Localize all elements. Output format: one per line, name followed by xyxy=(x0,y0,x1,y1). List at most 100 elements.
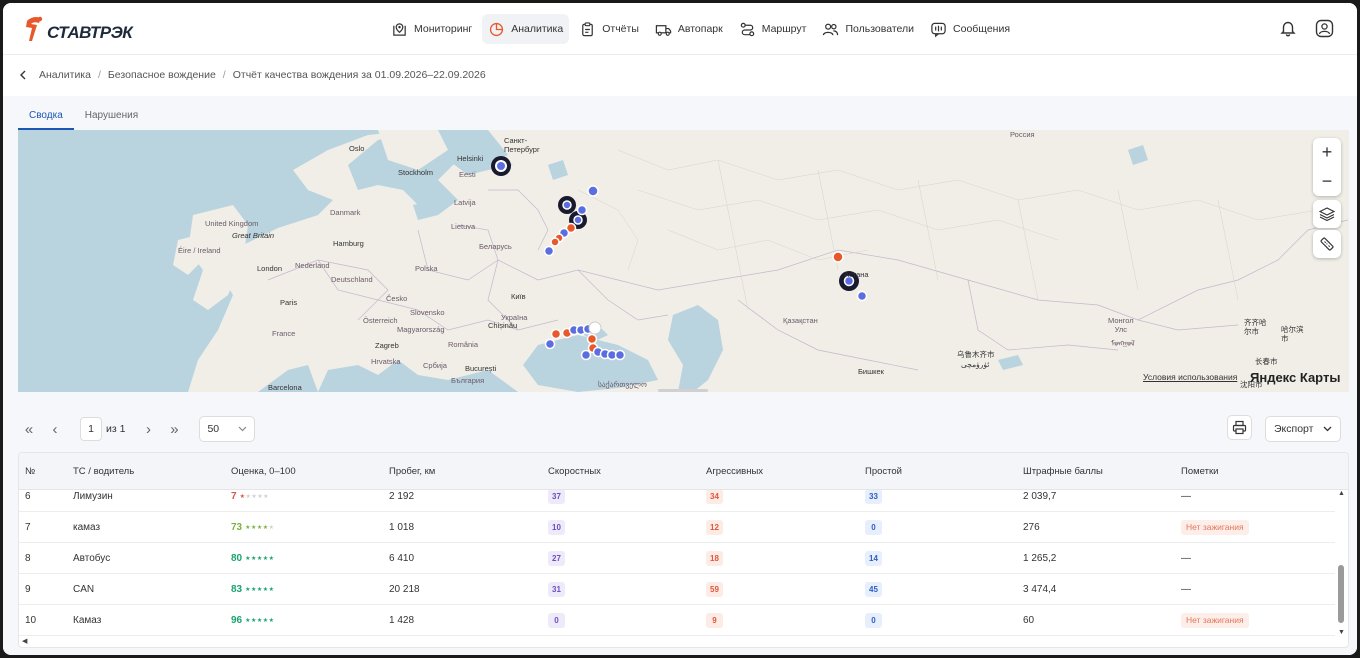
zoom-in-button[interactable]: + xyxy=(1313,138,1341,167)
map-label: Österreich xyxy=(363,316,398,325)
col-header-score[interactable]: Оценка, 0–100 xyxy=(231,453,296,490)
cell-vehicle: CAN xyxy=(73,584,95,595)
map-label: Lietuva xyxy=(451,222,476,231)
table-vertical-scrollbar[interactable]: ▲ ▼ xyxy=(1335,490,1347,638)
export-dropdown[interactable]: Экспорт xyxy=(1265,416,1341,442)
col-header-num[interactable]: № xyxy=(25,453,35,490)
breadcrumb-item-analytics[interactable]: Аналитика xyxy=(39,69,91,81)
col-header-idle[interactable]: Простой xyxy=(865,453,902,490)
cell-note: Нет зажигания xyxy=(1181,512,1249,543)
table-horizontal-scrollbar[interactable]: ◀ xyxy=(19,637,1337,647)
col-header-notes[interactable]: Пометки xyxy=(1181,453,1218,490)
main-content: Сводка Нарушения Россия Helsinki Санкт- … xyxy=(3,96,1357,655)
pagination: « ‹ 1 из 1 › » 50 xyxy=(18,416,256,442)
col-header-mileage[interactable]: Пробег, км xyxy=(389,453,435,490)
col-header-penalty[interactable]: Штрафные баллы xyxy=(1023,453,1103,490)
table-row[interactable]: 6 Лимузин 7 ★★★★★ 2 192 37 34 33 2 039,7 … xyxy=(19,490,1335,512)
scrollbar-thumb[interactable] xyxy=(1338,565,1344,623)
page-size-select[interactable]: 50 xyxy=(199,416,256,442)
back-chevron-icon[interactable] xyxy=(19,70,27,80)
user-profile-icon[interactable] xyxy=(1313,17,1335,39)
nav-item-messages[interactable]: Сообщения xyxy=(924,14,1016,44)
rating-stars: ★★★★★ xyxy=(245,587,275,593)
scroll-up-arrow-icon[interactable]: ▲ xyxy=(1338,490,1345,497)
map-label: Barcelona xyxy=(268,383,302,392)
scroll-left-arrow-icon[interactable]: ◀ xyxy=(22,637,27,645)
cell-idle: 45 xyxy=(865,574,882,605)
breadcrumb-separator: / xyxy=(97,69,101,81)
map-label: Éire / Ireland xyxy=(178,246,221,255)
rating-stars: ★★★★★ xyxy=(245,525,275,531)
top-header: СТАВТРЭК Мониторинг Аналитика Отчёты Авт… xyxy=(3,3,1357,55)
table-row[interactable]: 9 CAN 83 ★★★★★ 20 218 31 59 45 3 474,4 — xyxy=(19,574,1335,605)
aggressive-badge: 59 xyxy=(706,582,723,597)
score-value: 83 xyxy=(231,584,243,595)
page-number-input[interactable]: 1 xyxy=(80,417,102,441)
page-size-value: 50 xyxy=(207,423,220,435)
map-label: Hrvatska xyxy=(371,357,401,366)
view-tabs: Сводка Нарушения xyxy=(18,108,149,130)
table-row[interactable]: 10 Камаз 96 ★★★★★ 1 428 0 9 0 60 Нет зажи… xyxy=(19,605,1335,636)
cell-speeding: 10 xyxy=(548,512,565,543)
first-page-button[interactable]: « xyxy=(18,418,40,440)
map-label: Latvija xyxy=(454,198,476,207)
map-label: Polska xyxy=(415,264,438,273)
map-label: London xyxy=(257,264,283,273)
map-provider-logo[interactable]: Яндекс Карты xyxy=(1250,370,1340,385)
cell-vehicle: Камаз xyxy=(73,615,102,626)
map-label: Danmark xyxy=(330,208,361,217)
cell-penalty: 3 474,4 xyxy=(1023,584,1057,595)
map-label: Zagreb xyxy=(375,341,399,350)
table-row[interactable]: 7 камаз 73 ★★★★★ 1 018 10 12 0 276 Нет за… xyxy=(19,512,1335,543)
map-pin-icon xyxy=(393,22,406,36)
scroll-down-arrow-icon[interactable]: ▼ xyxy=(1338,629,1345,636)
col-header-vehicle[interactable]: ТС / водитель xyxy=(73,453,134,490)
speeding-badge: 10 xyxy=(548,520,565,535)
idle-badge: 0 xyxy=(865,520,882,535)
nav-item-reports[interactable]: Отчёты xyxy=(573,14,645,44)
print-button[interactable] xyxy=(1227,415,1252,440)
cell-num: 10 xyxy=(25,615,37,626)
map-label: Беларусь xyxy=(479,242,512,251)
map-resize-handle[interactable] xyxy=(658,389,708,392)
brand-logo[interactable]: СТАВТРЭК xyxy=(23,13,133,45)
printer-icon xyxy=(1232,420,1247,435)
nav-item-route[interactable]: Маршрут xyxy=(733,14,813,44)
nav-item-analytics[interactable]: Аналитика xyxy=(482,14,570,44)
cell-num: 9 xyxy=(25,584,31,595)
map-ruler-button[interactable] xyxy=(1313,230,1341,258)
col-header-aggressive[interactable]: Агрессивных xyxy=(706,453,763,490)
idle-badge: 45 xyxy=(865,582,882,597)
map-zoom-control: + − xyxy=(1313,138,1341,196)
prev-page-button[interactable]: ‹ xyxy=(44,418,66,440)
map-label: Санкт- Петербург xyxy=(504,136,540,154)
breadcrumb: Аналитика / Безопасное вождение / Отчёт … xyxy=(19,69,486,81)
next-page-button[interactable]: › xyxy=(137,418,159,440)
cell-idle: 14 xyxy=(865,543,882,574)
map-label: Chișinău xyxy=(488,321,518,330)
table-row[interactable]: 8 Автобус 80 ★★★★★ 6 410 27 18 14 1 265,2… xyxy=(19,543,1335,574)
breadcrumb-item-safe-driving[interactable]: Безопасное вождение xyxy=(108,69,216,81)
last-page-button[interactable]: » xyxy=(163,418,185,440)
map-label: Србија xyxy=(423,361,447,370)
tab-violations[interactable]: Нарушения xyxy=(74,108,149,130)
nav-item-users[interactable]: Пользователи xyxy=(816,14,920,44)
idle-badge: 14 xyxy=(865,551,882,566)
speeding-badge: 27 xyxy=(548,551,565,566)
nav-item-fleet[interactable]: Автопарк xyxy=(649,14,729,44)
cell-note: — xyxy=(1181,584,1191,595)
map-layers-button[interactable] xyxy=(1313,200,1341,228)
cell-speeding: 27 xyxy=(548,543,565,574)
speeding-badge: 0 xyxy=(548,613,565,628)
map-label: Бишкек xyxy=(858,367,884,376)
map-label: Magyarország xyxy=(397,325,445,334)
col-header-speeding[interactable]: Скоростных xyxy=(548,453,601,490)
cell-num: 8 xyxy=(25,553,31,564)
nav-item-monitoring[interactable]: Мониторинг xyxy=(385,14,478,44)
tab-summary[interactable]: Сводка xyxy=(18,108,74,130)
zoom-out-button[interactable]: − xyxy=(1313,167,1341,196)
map-terms-link[interactable]: Условия использования xyxy=(1143,372,1237,382)
map-view[interactable]: Россия Helsinki Санкт- Петербург Oslo St… xyxy=(18,130,1349,392)
map-label: Nederland xyxy=(295,261,330,270)
notifications-bell-icon[interactable] xyxy=(1277,17,1299,39)
